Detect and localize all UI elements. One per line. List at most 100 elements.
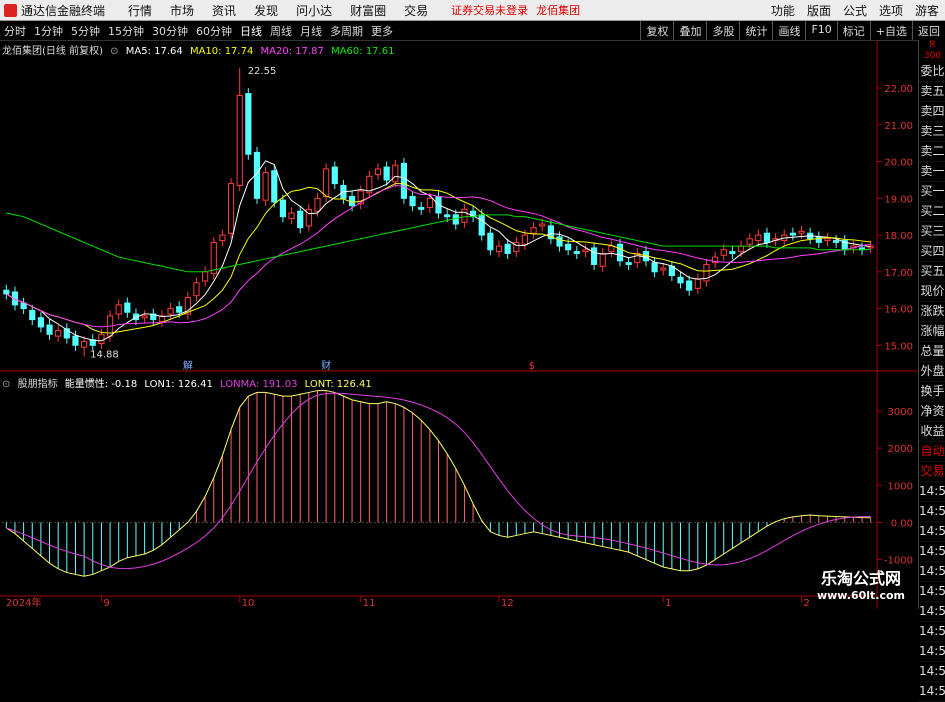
side-panel-item[interactable]: 卖三	[919, 122, 945, 142]
side-panel-item[interactable]: 自动	[919, 442, 945, 462]
side-panel-item[interactable]: 买五	[919, 262, 945, 282]
price-axis-label: 16.00	[884, 305, 913, 316]
candle-body	[478, 214, 485, 236]
side-panel-item[interactable]: 委比	[919, 62, 945, 82]
candle-body	[409, 195, 416, 207]
price-axis-label: 18.00	[884, 231, 913, 242]
candle-body	[202, 271, 209, 282]
kline-chart[interactable]: 22.00 21.00 20.00 19.00 18.00 17.00 16.00 15.00…	[0, 0, 945, 609]
candle-body	[495, 245, 503, 253]
candle-body	[660, 267, 667, 271]
side-panel-item[interactable]: 换手	[919, 382, 945, 402]
side-panel-item[interactable]: 卖二	[919, 142, 945, 162]
side-panel-item[interactable]: 外盘	[919, 362, 945, 382]
price-axis-label: 19.00	[884, 194, 913, 205]
time-axis-label: 11	[363, 598, 376, 609]
side-panel-item[interactable]: 涨跌	[919, 302, 945, 322]
side-panel-item[interactable]: 14:56	[919, 622, 945, 642]
candle-body	[582, 249, 589, 253]
price-axis-label: 20.00	[884, 158, 913, 169]
candle-body	[400, 162, 408, 199]
candle-body	[737, 245, 745, 253]
side-panel-item[interactable]: 14:56	[919, 522, 945, 542]
candle-body	[504, 243, 511, 254]
candle-body	[565, 243, 572, 251]
candle-body	[46, 324, 53, 335]
candle-body	[124, 302, 131, 313]
candle-body	[72, 335, 79, 346]
side-panel-item[interactable]: 14:56	[919, 602, 945, 622]
candle-body	[530, 227, 537, 234]
indicator-axis-label: 3000	[888, 407, 913, 418]
side-panel-item[interactable]: 14:56	[919, 482, 945, 502]
candle-body	[392, 164, 399, 183]
candle-body	[219, 234, 226, 242]
candle-body	[763, 232, 771, 243]
candle-body	[833, 240, 840, 243]
candle-body	[729, 251, 736, 254]
side-panel-item[interactable]: 14:56	[919, 642, 945, 662]
time-axis-label: 2024年	[6, 596, 41, 609]
candle-body	[115, 304, 122, 315]
candle-body	[686, 280, 693, 291]
price-axis-label: 21.00	[884, 121, 913, 132]
side-panel-item[interactable]: 14:56	[919, 662, 945, 682]
side-panel-item[interactable]: 卖五	[919, 82, 945, 102]
watermark-url: www.60lt.com	[816, 589, 906, 602]
candle-body	[426, 197, 433, 208]
event-marker: $	[529, 361, 535, 372]
candle-body	[55, 330, 62, 337]
candle-body	[608, 245, 615, 253]
candle-body	[374, 168, 382, 175]
watermark: 乐淘公式网 www.60lt.com	[805, 565, 917, 605]
side-panel-item[interactable]: 总量	[919, 342, 945, 362]
candle-body	[573, 251, 580, 254]
side-quote-panel: R 300 委比 卖五 卖四 卖三 卖二 卖一 买一 买二 买三 买四 买五 现价 涨跌 涨幅 总量 外盘 换手…	[918, 40, 945, 702]
side-panel-item[interactable]: 14:56	[919, 542, 945, 562]
side-panel-item[interactable]: 买四	[919, 242, 945, 262]
side-panel-item[interactable]: 买三	[919, 222, 945, 242]
side-panel-item[interactable]: 14:56	[919, 582, 945, 602]
side-panel-item[interactable]: 净资	[919, 402, 945, 422]
side-panel-item[interactable]: 涨幅	[919, 322, 945, 342]
side-panel-item[interactable]: 卖一	[919, 162, 945, 182]
side-panel-item[interactable]: 14:56	[919, 562, 945, 582]
candle-body	[288, 212, 295, 220]
side-panel-item[interactable]: 收益	[919, 422, 945, 442]
candle-body	[418, 207, 425, 210]
candle-body	[210, 241, 217, 275]
candle-body	[599, 252, 606, 267]
side-panel-item[interactable]: 买一	[919, 182, 945, 202]
candle-body	[383, 166, 390, 181]
side-panel-item[interactable]: 买二	[919, 202, 945, 222]
candle-body	[262, 172, 269, 201]
candle-body	[176, 306, 183, 313]
candle-body	[539, 223, 546, 227]
candle-body	[521, 234, 529, 245]
side-panel-top: R 300	[919, 40, 945, 62]
candle-body	[616, 243, 624, 262]
side-panel-item[interactable]: 交易	[919, 462, 945, 482]
side-panel-item[interactable]: 14:56	[919, 502, 945, 522]
candle-body	[314, 197, 321, 212]
high-price-label: 22.55	[248, 66, 277, 77]
candle-body	[98, 333, 105, 344]
candle-body	[271, 170, 278, 203]
side-panel-item[interactable]: 卖四	[919, 102, 945, 122]
candle-body	[141, 315, 148, 319]
side-panel-item[interactable]: 现价	[919, 282, 945, 302]
candle-body	[487, 232, 494, 251]
low-price-label: 14.88	[90, 350, 119, 361]
candle-body	[746, 238, 753, 245]
candle-body	[348, 195, 356, 207]
candle-body	[81, 341, 88, 348]
side-panel-item[interactable]: 14:56	[919, 682, 945, 702]
candle-body	[236, 94, 243, 186]
candle-body	[167, 308, 174, 315]
candle-body	[789, 232, 796, 236]
candle-body	[279, 199, 287, 218]
candle-body	[3, 289, 10, 295]
candle-body	[29, 309, 36, 321]
watermark-title: 乐淘公式网	[820, 569, 901, 588]
candle-body	[651, 262, 658, 273]
